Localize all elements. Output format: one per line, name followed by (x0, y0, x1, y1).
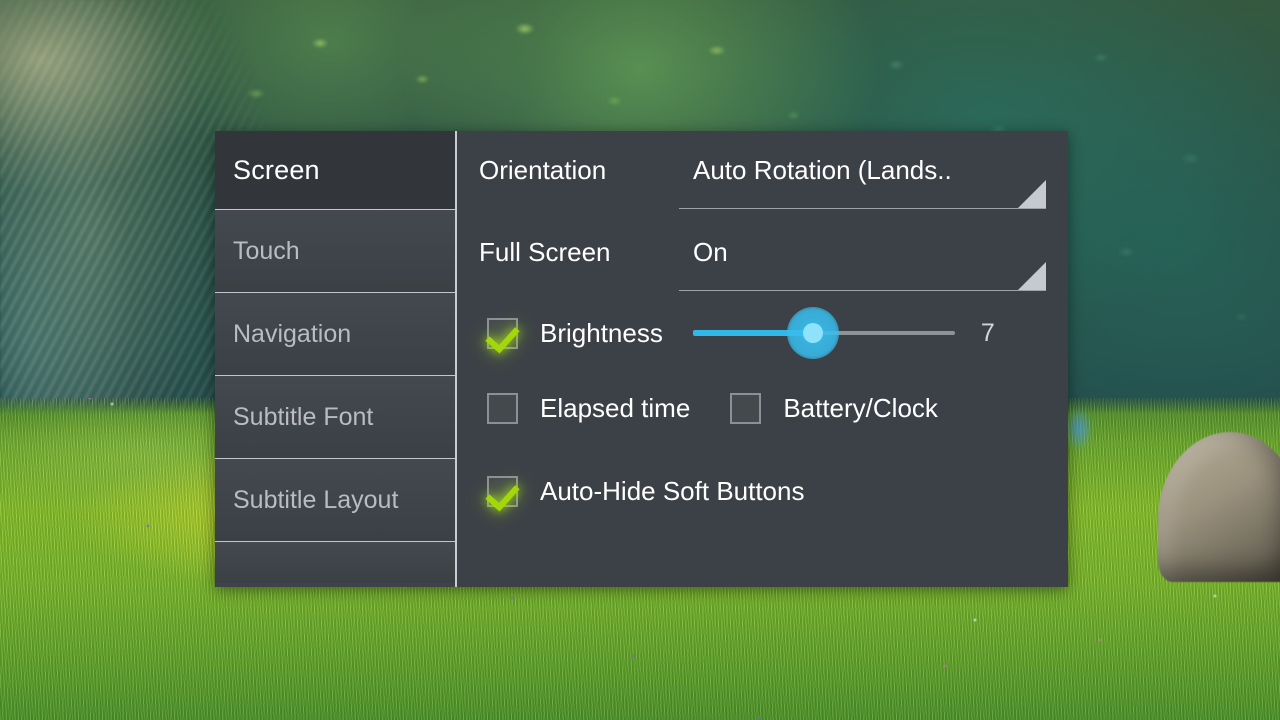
brightness-checkbox[interactable] (487, 317, 518, 349)
sidebar-item-label: Subtitle Font (233, 402, 374, 431)
elapsed-time-label: Elapsed time (540, 393, 691, 423)
auto-hide-soft-buttons-label: Auto-Hide Soft Buttons (540, 476, 805, 506)
brightness-row: Brightness 7 (487, 305, 1052, 361)
dropdown-triangle-icon (1018, 180, 1046, 208)
orientation-row: Orientation Auto Rotation (Lands.. (479, 147, 1046, 219)
orientation-label: Orientation (479, 155, 607, 185)
brightness-value: 7 (980, 318, 995, 347)
slider-thumb[interactable] (802, 323, 823, 343)
settings-panel: Screen Touch Navigation Subtitle Font Su… (215, 131, 1068, 587)
full-screen-label: Full Screen (479, 237, 611, 267)
desktop-background: Screen Touch Navigation Subtitle Font Su… (0, 0, 1280, 720)
sidebar-item-screen[interactable]: Screen (215, 131, 455, 209)
status-overlay-row: Elapsed time Battery/Clock (487, 393, 938, 424)
sidebar-item-label: Touch (233, 236, 300, 265)
sidebar-item-subtitle-layout[interactable]: Subtitle Layout (215, 458, 455, 541)
sidebar-item-label: Subtitle Layout (233, 485, 399, 514)
full-screen-row: Full Screen On (479, 229, 1046, 301)
auto-hide-soft-buttons-row: Auto-Hide Soft Buttons (487, 476, 804, 507)
sidebar-item-subtitle-font[interactable]: Subtitle Font (215, 375, 455, 458)
sidebar-item-next[interactable] (215, 541, 455, 583)
sidebar-item-label: Screen (233, 154, 320, 185)
settings-category-sidebar: Screen Touch Navigation Subtitle Font Su… (215, 131, 457, 587)
battery-clock-checkbox[interactable] (730, 393, 762, 424)
sidebar-item-label: Navigation (233, 319, 352, 348)
full-screen-dropdown[interactable]: On (679, 229, 1046, 291)
auto-hide-soft-buttons-checkbox[interactable] (487, 476, 518, 507)
settings-content-pane: Orientation Auto Rotation (Lands.. Full … (457, 131, 1068, 587)
brightness-label: Brightness (540, 317, 663, 348)
orientation-dropdown[interactable]: Auto Rotation (Lands.. (679, 147, 1046, 209)
elapsed-time-checkbox[interactable] (487, 393, 518, 424)
dropdown-triangle-icon (1018, 262, 1046, 290)
full-screen-value: On (693, 237, 728, 267)
orientation-value: Auto Rotation (Lands.. (693, 155, 952, 185)
sidebar-item-touch[interactable]: Touch (215, 209, 455, 292)
sidebar-item-navigation[interactable]: Navigation (215, 292, 455, 375)
battery-clock-label: Battery/Clock (783, 393, 938, 423)
brightness-slider[interactable] (692, 305, 955, 361)
